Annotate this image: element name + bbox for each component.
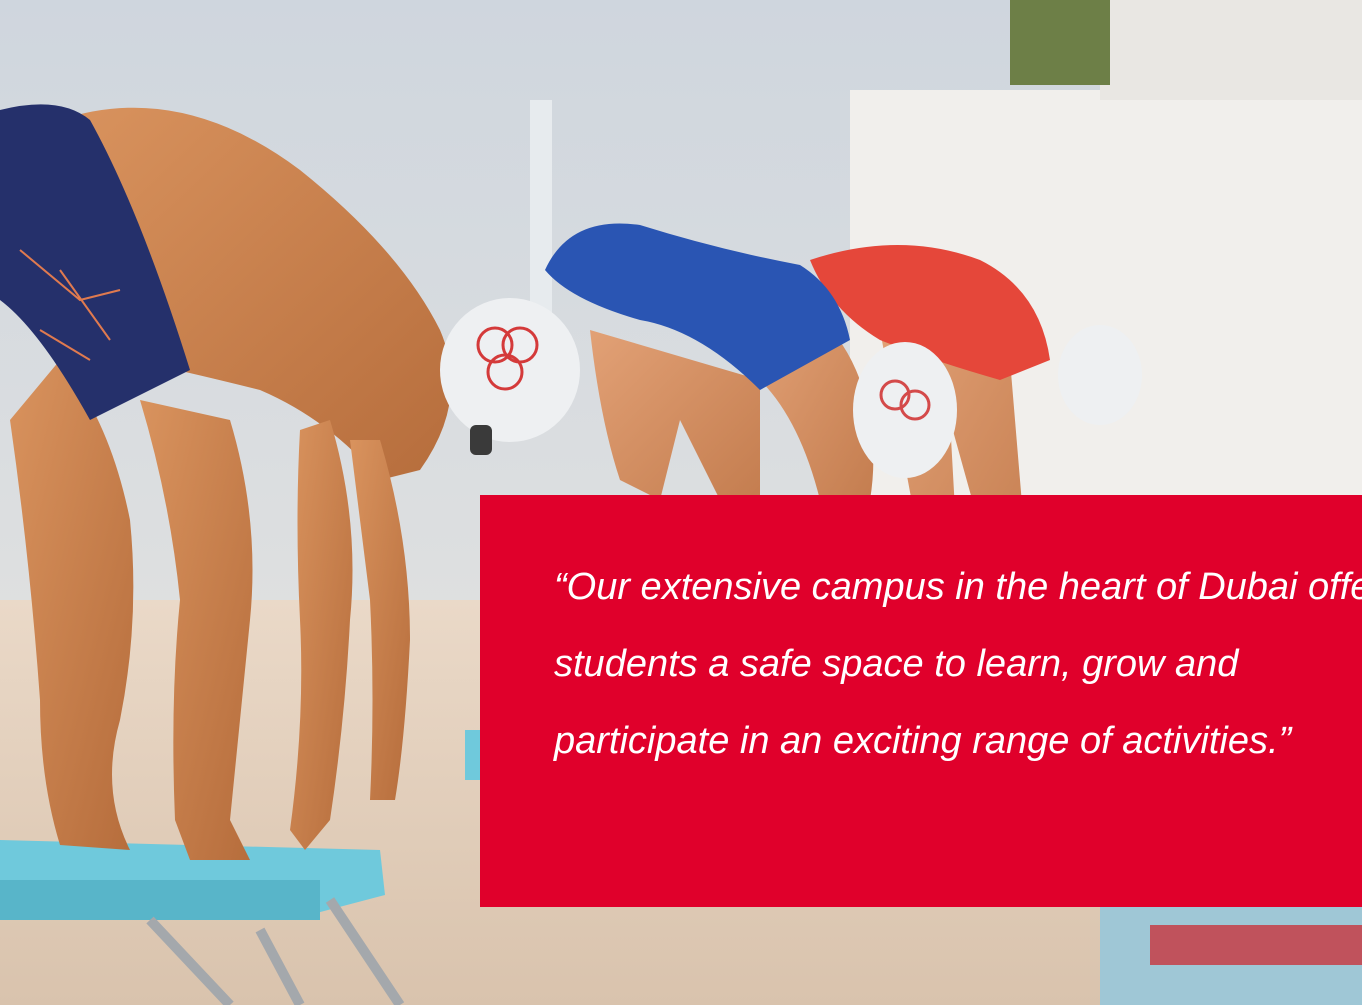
greenery: [1010, 0, 1110, 85]
quote-text: “Our extensive campus in the heart of Du…: [554, 566, 1362, 762]
pole: [530, 100, 552, 320]
block-front: [0, 880, 320, 920]
quote-box: “Our extensive campus in the heart of Du…: [480, 495, 1362, 907]
swimmer-red-cap: [1058, 325, 1142, 425]
swimmer-blue-cap: [853, 342, 957, 478]
swimmer-main-cap: [440, 298, 580, 442]
goggles: [470, 425, 492, 455]
building-top: [1100, 0, 1362, 100]
lane-rope: [1150, 925, 1362, 965]
